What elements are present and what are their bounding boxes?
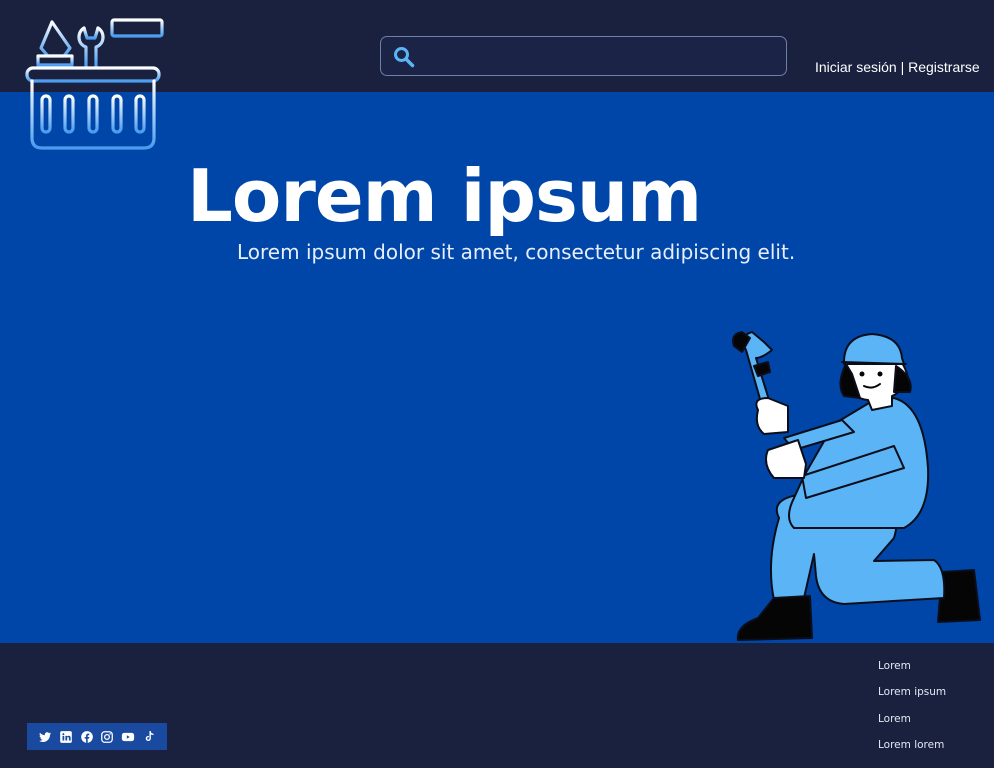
footer-links: Lorem Lorem ipsum Lorem Lorem lorem bbox=[878, 659, 946, 764]
hero-section: Lorem ipsum Lorem ipsum dolor sit amet, … bbox=[0, 92, 994, 643]
search-bar[interactable] bbox=[380, 36, 787, 76]
hero-subtitle: Lorem ipsum dolor sit amet, consectetur … bbox=[237, 240, 796, 264]
plumber-illustration bbox=[732, 331, 981, 641]
search-icon[interactable] bbox=[392, 45, 416, 69]
footer-link[interactable]: Lorem ipsum bbox=[878, 685, 946, 711]
youtube-icon[interactable] bbox=[121, 730, 135, 744]
auth-links: Iniciar sesión | Registrarse bbox=[815, 59, 980, 75]
footer-link[interactable]: Lorem bbox=[878, 659, 946, 685]
auth-separator: | bbox=[900, 59, 905, 75]
toolbox-logo-icon[interactable] bbox=[22, 16, 172, 156]
facebook-icon[interactable] bbox=[80, 730, 94, 744]
linkedin-icon[interactable] bbox=[59, 730, 73, 744]
tiktok-icon[interactable] bbox=[142, 730, 156, 744]
register-link[interactable]: Registrarse bbox=[908, 59, 980, 75]
instagram-icon[interactable] bbox=[100, 730, 114, 744]
footer-link[interactable]: Lorem bbox=[878, 712, 946, 738]
social-bar bbox=[27, 723, 167, 750]
login-link[interactable]: Iniciar sesión bbox=[815, 59, 897, 75]
site-footer: Lorem Lorem ipsum Lorem Lorem lorem bbox=[0, 643, 994, 768]
hero-title: Lorem ipsum bbox=[187, 154, 702, 238]
footer-link[interactable]: Lorem lorem bbox=[878, 738, 946, 764]
twitter-icon[interactable] bbox=[38, 730, 52, 744]
search-input[interactable] bbox=[427, 43, 777, 69]
